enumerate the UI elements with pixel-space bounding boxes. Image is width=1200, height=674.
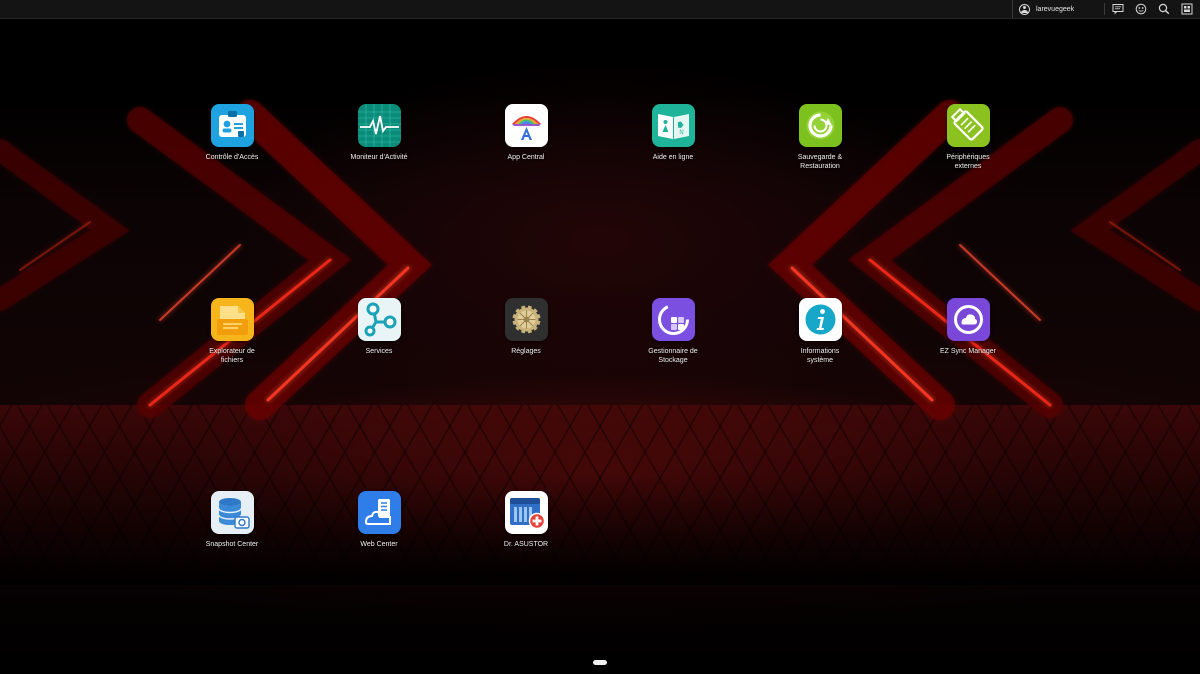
activity-icon[interactable] bbox=[1135, 3, 1147, 15]
file-explorer-icon bbox=[210, 298, 254, 341]
snapshot-center-icon bbox=[210, 491, 254, 534]
app-label: App Central bbox=[507, 154, 545, 161]
external-devices-icon bbox=[946, 104, 990, 147]
message-icon[interactable] bbox=[1112, 3, 1124, 15]
storage-manager-icon bbox=[651, 298, 695, 341]
app-ez-sync-manager[interactable]: EZ Sync Manager bbox=[913, 298, 1023, 356]
activity-monitor-icon bbox=[357, 104, 401, 147]
app-central-icon bbox=[504, 104, 548, 147]
app-label: Contrôle d'Accès bbox=[205, 154, 259, 161]
desktop: larevuegeek Contrôle d'Accès Moniteur d'… bbox=[0, 0, 1200, 674]
app-dr-asustor[interactable]: Dr. ASUSTOR bbox=[471, 491, 581, 549]
ez-sync-icon bbox=[946, 298, 990, 341]
app-label: Explorateur de fichiers bbox=[209, 348, 255, 364]
page-indicator[interactable] bbox=[593, 660, 607, 665]
app-system-info[interactable]: Informations système bbox=[765, 298, 875, 365]
app-label: Aide en ligne bbox=[652, 154, 694, 161]
web-center-icon bbox=[357, 491, 401, 534]
widget-icon[interactable] bbox=[1181, 3, 1193, 15]
app-label: Snapshot Center bbox=[205, 541, 259, 548]
app-services[interactable]: Services bbox=[324, 298, 434, 356]
app-label: Sauvegarde & Restauration bbox=[797, 154, 843, 170]
app-backup-restore[interactable]: Sauvegarde & Restauration bbox=[765, 104, 875, 171]
app-external-devices[interactable]: Périphériques externes bbox=[913, 104, 1023, 171]
app-label: EZ Sync Manager bbox=[939, 348, 997, 355]
settings-icon bbox=[504, 298, 548, 341]
username: larevuegeek bbox=[1036, 5, 1075, 13]
system-info-icon bbox=[798, 298, 842, 341]
app-online-help[interactable]: N Aide en ligne bbox=[618, 104, 728, 162]
app-app-central[interactable]: App Central bbox=[471, 104, 581, 162]
app-storage-manager[interactable]: Gestionnaire de Stockage bbox=[618, 298, 728, 365]
app-activity-monitor[interactable]: Moniteur d'Activité bbox=[324, 104, 434, 162]
user-menu[interactable]: larevuegeek bbox=[1012, 0, 1074, 18]
dr-asustor-icon bbox=[504, 491, 548, 534]
app-label: Informations système bbox=[800, 348, 840, 364]
app-label: Moniteur d'Activité bbox=[350, 154, 408, 161]
app-label: Dr. ASUSTOR bbox=[503, 541, 549, 548]
app-file-explorer[interactable]: Explorateur de fichiers bbox=[177, 298, 287, 365]
user-icon bbox=[1019, 3, 1030, 15]
app-label: Web Center bbox=[360, 541, 398, 548]
svg-text:N: N bbox=[679, 130, 683, 136]
online-help-icon: N bbox=[651, 104, 695, 147]
app-snapshot-center[interactable]: Snapshot Center bbox=[177, 491, 287, 549]
app-access-control[interactable]: Contrôle d'Accès bbox=[177, 104, 287, 162]
access-control-icon bbox=[210, 104, 254, 147]
app-settings[interactable]: Réglages bbox=[471, 298, 581, 356]
search-icon[interactable] bbox=[1158, 3, 1170, 15]
app-label: Gestionnaire de Stockage bbox=[648, 348, 698, 364]
top-bar-divider bbox=[1104, 3, 1105, 15]
app-label: Périphériques externes bbox=[946, 154, 990, 170]
app-label: Réglages bbox=[511, 348, 541, 355]
backup-restore-icon bbox=[798, 104, 842, 147]
app-web-center[interactable]: Web Center bbox=[324, 491, 434, 549]
services-icon bbox=[357, 298, 401, 341]
top-bar: larevuegeek bbox=[0, 0, 1200, 19]
app-label: Services bbox=[365, 348, 393, 355]
